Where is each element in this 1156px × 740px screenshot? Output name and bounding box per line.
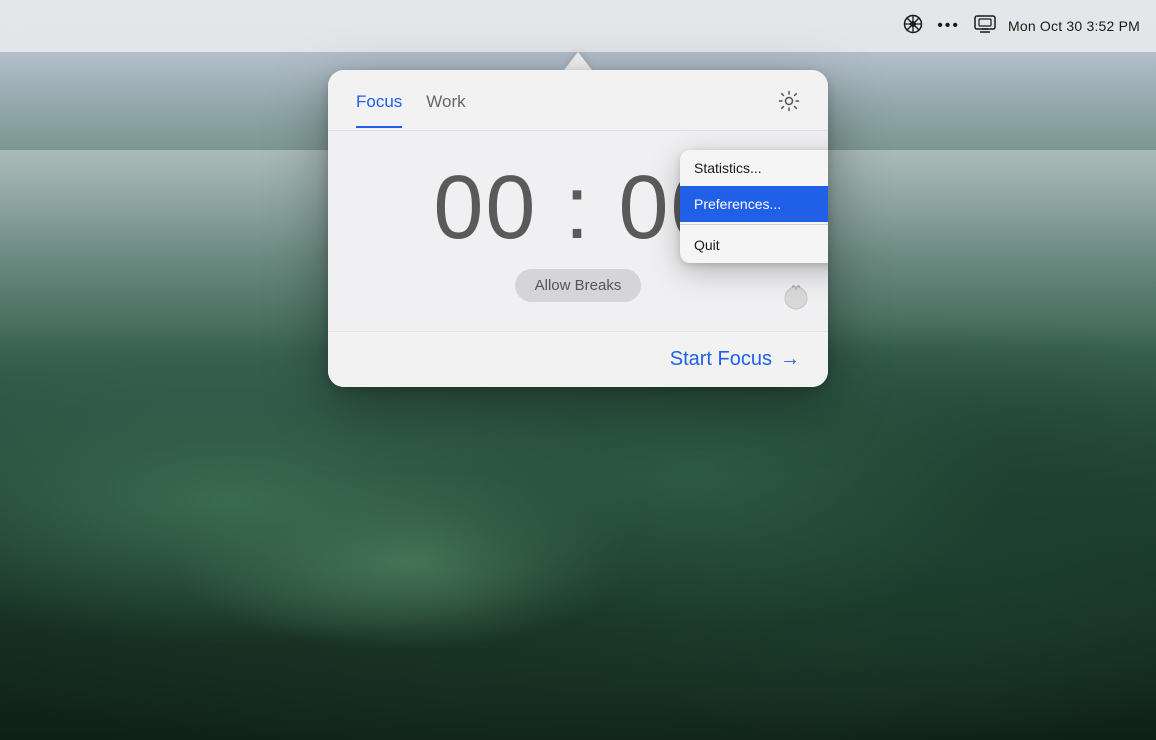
menubar-datetime: Mon Oct 30 3:52 PM	[1008, 18, 1140, 34]
preferences-label: Preferences...	[694, 196, 781, 212]
popup-wrapper: Focus Work Statistics...	[328, 52, 828, 387]
start-focus-arrow: →	[780, 348, 800, 371]
gear-container: Statistics... Preferences... ⌘ , Quit ⌘ …	[778, 90, 800, 130]
menubar: ••• Mon Oct 30 3:52 PM	[0, 0, 1156, 52]
tab-focus[interactable]: Focus	[356, 92, 402, 128]
dots-icon[interactable]: •••	[937, 17, 960, 35]
start-focus-label: Start Focus	[670, 348, 772, 371]
start-focus-button[interactable]: Start Focus →	[670, 348, 800, 371]
gear-button[interactable]	[778, 90, 800, 130]
popup-footer: Start Focus →	[328, 331, 828, 387]
menubar-icons: •••	[903, 14, 996, 39]
aperture-icon[interactable]	[903, 14, 923, 39]
menu-item-statistics[interactable]: Statistics...	[680, 150, 828, 186]
popup-header: Focus Work Statistics...	[328, 70, 828, 131]
tomato-icon	[782, 282, 810, 317]
menu-item-quit[interactable]: Quit ⌘ Q	[680, 227, 828, 263]
popup-arrow	[564, 52, 592, 70]
allow-breaks-button[interactable]: Allow Breaks	[515, 269, 642, 302]
menu-item-preferences[interactable]: Preferences... ⌘ ,	[680, 186, 828, 222]
quit-label: Quit	[694, 237, 720, 253]
dropdown-separator	[680, 224, 828, 225]
dropdown-menu: Statistics... Preferences... ⌘ , Quit ⌘ …	[680, 150, 828, 263]
tab-work[interactable]: Work	[426, 92, 465, 128]
popup-panel: Focus Work Statistics...	[328, 70, 828, 387]
timemachine-icon[interactable]	[974, 15, 996, 38]
statistics-label: Statistics...	[694, 160, 762, 176]
tab-list: Focus Work	[356, 92, 778, 128]
